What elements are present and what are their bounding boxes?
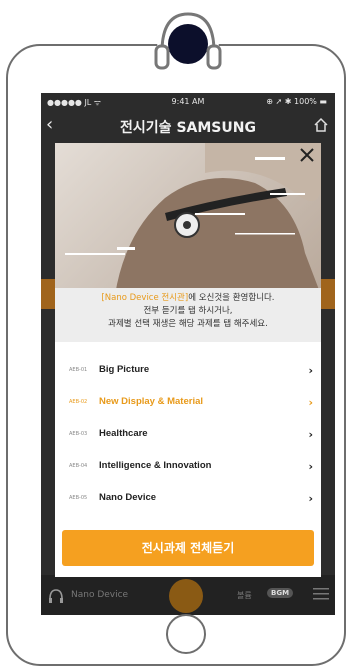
chevron-right-icon: › xyxy=(308,460,313,473)
exhibit-modal: [Nano Device 전시관]에 오신것을 환영합니다. 전부 듣기를 탭 … xyxy=(55,143,321,577)
item-code: AEB-03 xyxy=(69,431,88,437)
battery-status: ⊕ ➚ ✱ 100% ▬ xyxy=(266,97,327,106)
item-label: Nano Device xyxy=(99,492,157,503)
exhibit-name: [Nano Device 전시관] xyxy=(101,293,189,303)
home-icon[interactable] xyxy=(313,117,329,133)
page-title: 전시기술 SAMSUNG xyxy=(120,120,256,136)
chevron-right-icon: › xyxy=(308,428,313,441)
app-header: ‹ 전시기술 SAMSUNG xyxy=(41,111,335,141)
welcome-line-2: 전부 듣기를 탭 하시거나, xyxy=(143,306,233,316)
headphones-small-icon xyxy=(49,589,63,603)
play-button[interactable] xyxy=(169,579,203,613)
hero-image xyxy=(55,143,321,295)
list-item-big-picture[interactable]: AEB-01 Big Picture › xyxy=(55,355,321,387)
hero-illustration xyxy=(65,143,321,295)
status-bar: ●●●●● JL ᯤ 9:41 AM ⊕ ➚ ✱ 100% ▬ xyxy=(41,93,335,111)
item-code: AEB-05 xyxy=(69,495,88,501)
welcome-message: [Nano Device 전시관]에 오신것을 환영합니다. 전부 듣기를 탭 … xyxy=(55,288,321,342)
play-all-button[interactable]: 전시과제 전체듣기 xyxy=(62,530,314,566)
volume-label[interactable]: 볼륨 xyxy=(237,590,252,601)
chevron-right-icon: › xyxy=(308,396,313,409)
bgm-toggle[interactable]: BGM xyxy=(267,588,294,598)
item-label: Intelligence & Innovation xyxy=(99,460,212,471)
welcome-line-3: 과제별 선택 재생은 해당 과제를 탭 해주세요. xyxy=(108,319,268,329)
now-playing-label: Nano Device xyxy=(71,590,129,600)
list-item-intelligence[interactable]: AEB-04 Intelligence & Innovation › xyxy=(55,451,321,483)
chevron-right-icon: › xyxy=(308,364,313,377)
close-icon[interactable] xyxy=(299,147,315,163)
audio-player-bar: Nano Device 볼륨 BGM xyxy=(41,575,335,615)
welcome-line-1: [Nano Device 전시관]에 오신것을 환영합니다. xyxy=(55,292,321,305)
item-code: AEB-02 xyxy=(69,399,88,405)
welcome-line-1-rest: 에 오신것을 환영합니다. xyxy=(188,293,275,303)
item-label: Big Picture xyxy=(99,364,150,375)
headphones-icon xyxy=(154,8,222,70)
menu-icon[interactable] xyxy=(313,587,329,601)
chevron-right-icon: › xyxy=(308,492,313,505)
app-screen: ●●●●● JL ᯤ 9:41 AM ⊕ ➚ ✱ 100% ▬ ‹ 전시기술 S… xyxy=(41,93,335,615)
home-button[interactable] xyxy=(166,614,206,654)
item-code: AEB-01 xyxy=(69,367,88,373)
list-item-new-display[interactable]: AEB-02 New Display & Material › xyxy=(55,387,321,419)
item-label: New Display & Material xyxy=(99,396,204,407)
exhibit-list: AEB-01 Big Picture › AEB-02 New Display … xyxy=(55,355,321,515)
list-item-healthcare[interactable]: AEB-03 Healthcare › xyxy=(55,419,321,451)
list-item-nano-device[interactable]: AEB-05 Nano Device › xyxy=(55,483,321,515)
item-label: Healthcare xyxy=(99,428,148,439)
item-code: AEB-04 xyxy=(69,463,88,469)
